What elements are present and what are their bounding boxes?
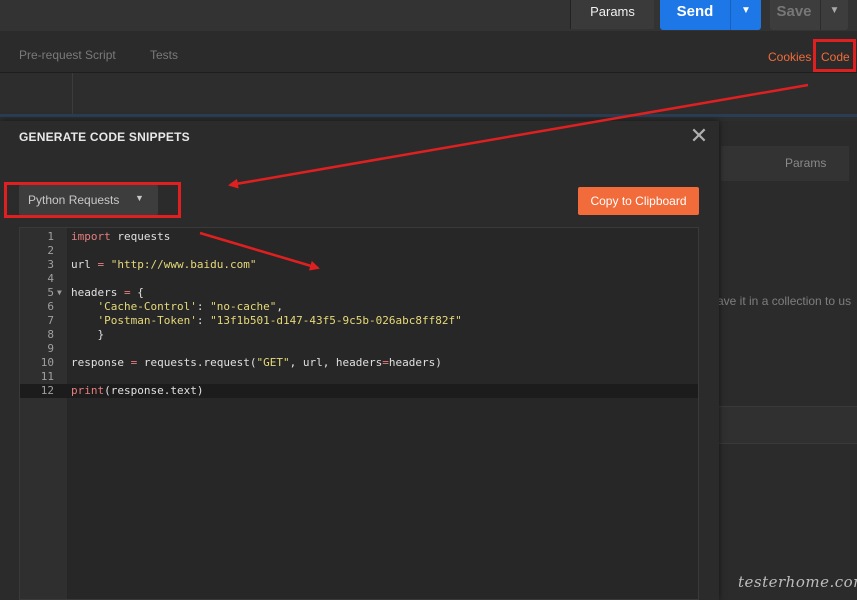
line-number: 7 xyxy=(47,314,54,327)
background-row xyxy=(719,406,857,444)
line-number: 12 xyxy=(40,384,54,397)
background-hint-text: ave it in a collection to us xyxy=(717,294,852,308)
code-text: 'Postman-Token': "13f1b501-d147-43f5-9c5… xyxy=(97,314,462,327)
tab-tests[interactable]: Tests xyxy=(150,48,178,62)
code-line: 2 xyxy=(20,244,698,258)
line-number: 10 xyxy=(40,356,54,369)
code-text: 'Cache-Control': "no-cache", xyxy=(97,300,283,313)
request-toolbar: Params Send ▼ Save ▼ xyxy=(0,0,857,31)
code-line: 12 print(response.text) xyxy=(20,384,698,398)
code-text: url = "http://www.baidu.com" xyxy=(71,258,257,271)
save-button[interactable]: Save xyxy=(770,0,818,24)
code-line: 11 xyxy=(20,370,698,384)
code-line: 1 import requests xyxy=(20,230,698,244)
tab-pre-request-script[interactable]: Pre-request Script xyxy=(19,48,116,62)
params-button[interactable]: Params xyxy=(570,0,654,29)
modal-title: GENERATE CODE SNIPPETS xyxy=(19,130,190,144)
code-text: print(response.text) xyxy=(71,384,204,397)
copy-to-clipboard-button[interactable]: Copy to Clipboard xyxy=(578,187,699,215)
code-line: 7 'Postman-Token': "13f1b501-d147-43f5-9… xyxy=(20,314,698,328)
send-button-group: Send ▼ xyxy=(660,0,761,30)
code-line: 10 response = requests.request("GET", url… xyxy=(20,356,698,370)
line-number: 6 xyxy=(47,300,54,313)
code-text: import requests xyxy=(71,230,171,243)
code-line: 8 } xyxy=(20,328,698,342)
line-number: 1 xyxy=(47,230,54,243)
line-number: 11 xyxy=(40,370,54,383)
line-number: 9 xyxy=(47,342,54,355)
chevron-down-icon[interactable]: ▼ xyxy=(730,0,761,30)
line-number: 8 xyxy=(47,328,54,341)
code-line: 4 xyxy=(20,272,698,286)
code-link-annotation-box xyxy=(813,39,856,72)
chevron-down-icon[interactable]: ▼ xyxy=(820,0,848,30)
language-select-annotation-box xyxy=(4,182,181,218)
watermark: testerhome.com xyxy=(738,573,857,591)
close-icon[interactable]: ✕ xyxy=(688,124,710,148)
code-editor[interactable]: 1 import requests 2 3 url = "http://www.baid… xyxy=(19,227,699,600)
code-text: } xyxy=(71,328,105,341)
code-line: 3 url = "http://www.baidu.com" xyxy=(20,258,698,272)
request-tabs: Pre-request Script Tests Cookies Code xyxy=(0,31,857,73)
code-line: 9 xyxy=(20,342,698,356)
line-number: 2 xyxy=(47,244,54,257)
cookies-link[interactable]: Cookies xyxy=(768,50,811,64)
code-text: response = requests.request("GET", url, … xyxy=(71,356,442,369)
send-button[interactable]: Send xyxy=(660,0,730,24)
fold-arrow-icon[interactable]: ▼ xyxy=(57,286,62,300)
postman-window: Params Send ▼ Save ▼ Pre-request Script … xyxy=(0,0,857,600)
background-params-button: Params xyxy=(721,146,849,181)
line-number: 4 xyxy=(47,272,54,285)
background-panel xyxy=(719,128,857,600)
code-line: 5 ▼ headers = { xyxy=(20,286,698,300)
divider xyxy=(0,114,857,117)
line-number: 5 xyxy=(47,286,54,299)
line-number: 3 xyxy=(47,258,54,271)
code-text: headers = { xyxy=(71,286,144,299)
divider xyxy=(72,73,73,117)
save-button-group: Save ▼ xyxy=(770,0,848,30)
generate-code-modal: GENERATE CODE SNIPPETS ✕ Python Requests… xyxy=(0,121,719,600)
code-line: 6 'Cache-Control': "no-cache", xyxy=(20,300,698,314)
